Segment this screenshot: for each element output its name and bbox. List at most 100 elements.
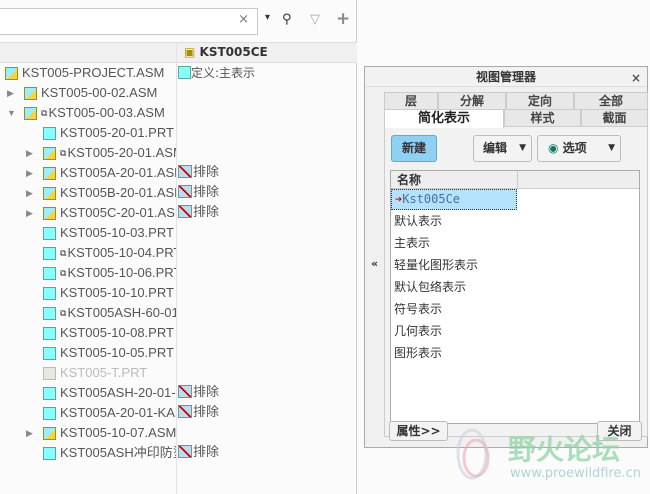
list-item[interactable]: 主表示 <box>391 232 639 254</box>
tree-row[interactable]: ▶ KST005-10-07.ASM <box>0 423 176 443</box>
list-header[interactable]: 名称 <box>391 171 639 189</box>
part-icon <box>43 407 56 420</box>
list-item[interactable]: 默认表示 <box>391 210 639 232</box>
search-input[interactable] <box>0 9 230 33</box>
list-item[interactable]: 默认包络表示 <box>391 276 639 298</box>
link-icon: ⧉ <box>60 248 67 258</box>
assembly-icon <box>43 207 56 220</box>
list-item[interactable]: ➔Kst005Ce <box>391 189 517 210</box>
add-icon[interactable]: + <box>336 9 350 29</box>
tab-layers[interactable]: 层 <box>384 92 438 110</box>
tree-row[interactable]: KST005ASH-20-01-K <box>0 383 176 403</box>
assembly-icon <box>24 87 37 100</box>
tree-row[interactable]: KST005A-20-01-KAN <box>0 403 176 423</box>
status-excluded: 排除 <box>178 183 219 203</box>
tab-style[interactable]: 样式 <box>504 109 581 127</box>
link-icon: ⧉ <box>60 308 67 318</box>
list-item-label: 几何表示 <box>394 324 443 338</box>
column-header[interactable]: ▣ KST005CE <box>184 45 268 59</box>
chevron-down-icon: ▼ <box>608 143 615 153</box>
tree-row-label: KST005-10-04.PRT <box>67 245 176 260</box>
tree-row[interactable]: KST005-10-05.PRT <box>0 343 176 363</box>
list-item[interactable]: 轻量化图形表示 <box>391 254 639 276</box>
column-divider[interactable] <box>176 42 177 494</box>
tree-row[interactable]: ⧉KST005-10-04.PRT <box>0 243 176 263</box>
tree-row[interactable]: KST005-PROJECT.ASM <box>0 63 176 83</box>
tree-row[interactable]: ▶ KST005A-20-01.ASM <box>0 163 176 183</box>
root-status: 定义:主表示 <box>178 63 255 83</box>
tree-row[interactable]: ▶ ⧉KST005-20-01.ASM <box>0 143 176 163</box>
tree-row[interactable]: KST005-T.PRT <box>0 363 176 383</box>
list-item[interactable]: 几何表示 <box>391 320 639 342</box>
status-label: 排除 <box>193 165 220 180</box>
tree-row[interactable]: ▼ ⧉KST005-00-03.ASM <box>0 103 176 123</box>
part-icon <box>43 247 56 260</box>
excluded-icon <box>178 185 192 198</box>
expand-icon[interactable]: ▶ <box>26 203 33 223</box>
tab-simplified-rep[interactable]: 简化表示 <box>384 109 504 128</box>
tree-row-label: KST005-PROJECT.ASM <box>22 65 165 80</box>
expand-icon[interactable]: ▶ <box>26 143 33 163</box>
part-icon <box>43 287 56 300</box>
tree-row[interactable]: ⧉KST005ASH-60-01 <box>0 303 176 323</box>
dropdown-icon[interactable]: ▾ <box>265 12 270 23</box>
options-button[interactable]: ◉ 选项 ▼ <box>537 135 621 162</box>
tree-row[interactable]: KST005-10-10.PRT <box>0 283 176 303</box>
tree-row[interactable]: ▶ KST005B-20-01.ASM <box>0 183 176 203</box>
new-button[interactable]: 新建 <box>391 135 437 162</box>
list-item-label: 主表示 <box>394 236 431 250</box>
list-item[interactable]: 符号表示 <box>391 298 639 320</box>
tree-row[interactable]: ⧉KST005-10-06.PRT <box>0 263 176 283</box>
edit-label: 编辑 <box>483 141 508 155</box>
status-excluded: 排除 <box>178 443 219 463</box>
tree-row-label: KST005B-20-01.ASM <box>60 185 176 200</box>
assembly-icon <box>43 147 56 160</box>
list-item[interactable]: 图形表示 <box>391 342 639 364</box>
tree-row[interactable]: KST005ASH冲印防烫 <box>0 443 176 463</box>
tree-row[interactable]: ▶ KST005-00-02.ASM <box>0 83 176 103</box>
status-excluded: 排除 <box>178 203 219 223</box>
edit-button[interactable]: 编辑 ▼ <box>473 135 532 162</box>
tree-row[interactable]: ▶ KST005C-20-01.ASM <box>0 203 176 223</box>
clear-icon[interactable]: × <box>238 12 249 27</box>
expand-icon[interactable]: ▶ <box>26 163 33 183</box>
tree-row[interactable]: KST005-20-01.PRT <box>0 123 176 143</box>
excluded-icon <box>178 385 192 398</box>
link-icon: ⧉ <box>60 268 67 278</box>
tab-section[interactable]: 截面 <box>581 109 648 127</box>
collapse-icon[interactable]: ▼ <box>7 103 16 123</box>
find-icon[interactable]: ⚲ <box>282 12 292 27</box>
close-button[interactable]: 关闭 <box>597 421 642 441</box>
tab-orient[interactable]: 定向 <box>506 92 574 110</box>
tab-simplified-rep-label: 简化表示 <box>417 111 470 126</box>
assembly-icon <box>43 167 56 180</box>
close-icon[interactable]: × <box>631 68 641 88</box>
expand-icon[interactable]: ▶ <box>26 423 33 443</box>
part-icon <box>43 347 56 360</box>
view-manager-dialog: 视图管理器 × « 层 分解 定向 全部 样式 截面 新建 编辑 ▼ ◉ 选项 ▼ 名… <box>364 66 648 448</box>
tree-row-label: KST005A-20-01-KAN <box>60 405 176 420</box>
expand-icon[interactable]: ▶ <box>26 183 33 203</box>
column-header-label: KST005CE <box>199 45 268 59</box>
assembly-icon <box>5 67 18 80</box>
filter-icon[interactable]: ▽ <box>310 12 320 27</box>
dialog-title-label: 视图管理器 <box>475 70 536 84</box>
tree-row[interactable]: KST005-10-03.PRT <box>0 223 176 243</box>
properties-button[interactable]: 属性>> <box>389 421 448 441</box>
assembly-icon <box>24 107 37 120</box>
tree-row-label: KST005-20-01.ASM <box>67 145 176 160</box>
tree-row-label: KST005ASH-60-01 <box>67 305 176 320</box>
tab-all[interactable]: 全部 <box>574 92 648 110</box>
root-status-label: 定义:主表示 <box>191 66 256 80</box>
tree-row-label: KST005-10-06.PRT <box>67 265 176 280</box>
part-icon <box>43 447 56 460</box>
options-label: 选项 <box>562 141 587 155</box>
collapse-icon[interactable]: « <box>371 257 378 270</box>
tree-row-label: KST005-00-02.ASM <box>41 85 158 100</box>
tree-row[interactable]: KST005-10-08.PRT <box>0 323 176 343</box>
tab-explode[interactable]: 分解 <box>438 92 506 110</box>
rep-list[interactable]: 名称 ➔Kst005Ce 默认表示主表示轻量化图形表示 默认包络表示 符号表示几何表示… <box>390 170 640 424</box>
search-box[interactable]: × <box>0 8 258 35</box>
expand-icon[interactable]: ▶ <box>7 83 14 103</box>
excluded-icon <box>178 205 192 218</box>
